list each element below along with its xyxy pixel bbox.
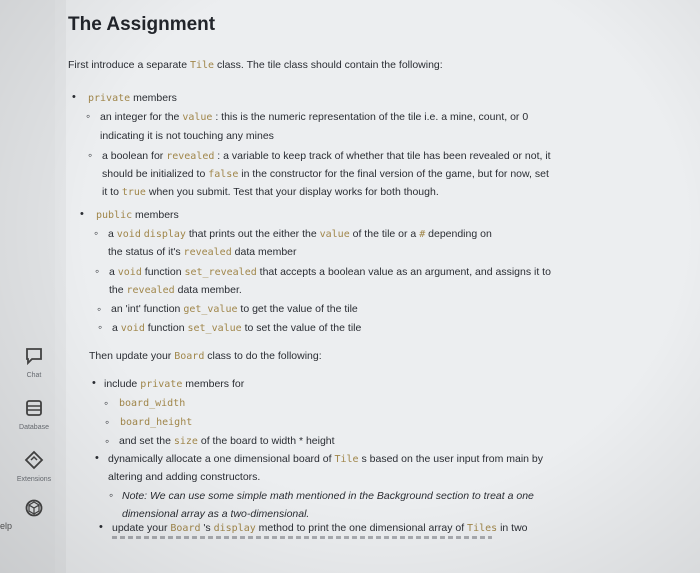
bullet bbox=[88, 148, 92, 162]
board-intro: Then update your Board class to do the f… bbox=[89, 350, 322, 362]
note-line2: dimensional array as a two-dimensional. bbox=[122, 508, 310, 520]
revealed-item: a boolean for revealed : a variable to k… bbox=[102, 150, 551, 162]
cut-off-text-line bbox=[112, 536, 492, 539]
help-label[interactable]: elp bbox=[0, 521, 12, 531]
get-value-item: an 'int' function get_value to get the v… bbox=[111, 303, 358, 315]
sidebar: Chat Database Extensions elp bbox=[0, 0, 55, 573]
include-private-item: include private members for bbox=[104, 378, 245, 390]
bullet bbox=[99, 521, 103, 533]
sidebar-item-extensions[interactable]: Extensions bbox=[9, 450, 59, 483]
set-revealed-item: a void function set_revealed that accept… bbox=[109, 266, 551, 278]
bullet bbox=[98, 320, 102, 334]
revealed-item-line3: it to true when you submit. Test that yo… bbox=[102, 186, 439, 198]
page-title: The Assignment bbox=[68, 14, 216, 35]
bullet bbox=[80, 208, 84, 220]
board-width-item: board_width bbox=[119, 398, 186, 409]
package-icon bbox=[25, 499, 43, 517]
display-item: a void display that prints out the eithe… bbox=[108, 228, 492, 240]
revealed-item-line2: should be initialized to false in the co… bbox=[102, 168, 549, 180]
value-item: an integer for the value : this is the n… bbox=[100, 111, 529, 123]
bullet bbox=[92, 377, 96, 389]
bullet bbox=[105, 415, 109, 429]
sidebar-item-packages[interactable] bbox=[9, 498, 59, 518]
bullet bbox=[72, 91, 76, 103]
note-line1: Note: We can use some simple math mentio… bbox=[122, 490, 534, 502]
bullet bbox=[105, 434, 109, 448]
bullet bbox=[94, 226, 98, 240]
sidebar-item-database[interactable]: Database bbox=[9, 398, 59, 431]
update-display-item: update your Board 's display method to p… bbox=[112, 522, 528, 534]
board-height-item: board_height bbox=[120, 417, 193, 428]
bullet bbox=[86, 109, 90, 123]
size-item: and set the size of the board to width *… bbox=[119, 435, 335, 447]
sidebar-item-label: Chat bbox=[26, 372, 42, 379]
bullet bbox=[95, 452, 99, 464]
set-revealed-item-line2: the revealed data member. bbox=[109, 284, 242, 296]
extensions-icon bbox=[24, 450, 44, 470]
bullet bbox=[109, 488, 113, 502]
value-item-line2: indicating it is not touching any mines bbox=[100, 130, 274, 142]
dynamic-allocate-item: dynamically allocate a one dimensional b… bbox=[108, 453, 543, 465]
bullet bbox=[104, 396, 108, 410]
display-item-line2: the status of it's revealed data member bbox=[108, 246, 297, 258]
set-value-item: a void function set_value to set the val… bbox=[112, 322, 362, 334]
chat-icon bbox=[26, 348, 42, 366]
intro-text: First introduce a separate Tile class. T… bbox=[68, 59, 443, 71]
private-members-heading: private members bbox=[88, 92, 177, 104]
database-icon bbox=[26, 400, 42, 416]
bullet bbox=[95, 264, 99, 278]
sidebar-item-label: Database bbox=[19, 424, 49, 431]
bullet bbox=[97, 302, 101, 316]
dynamic-allocate-item-line2: altering and adding constructors. bbox=[108, 471, 261, 483]
public-members-heading: public members bbox=[96, 209, 179, 221]
sidebar-item-chat[interactable]: Chat bbox=[9, 346, 59, 379]
sidebar-item-label: Extensions bbox=[16, 476, 52, 483]
